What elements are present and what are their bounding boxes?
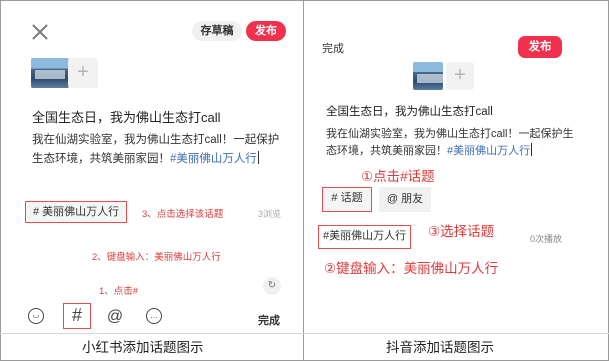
post-title[interactable]: 全国生态日，我为佛山生态打call	[326, 103, 493, 119]
friends-button[interactable]: @ 朋友	[379, 187, 431, 212]
hashtag-button[interactable]: #	[63, 303, 91, 329]
topic-suggestion[interactable]: # 美丽佛山万人行	[25, 201, 128, 223]
add-image-button[interactable]: +	[446, 62, 474, 90]
post-body[interactable]: 我在仙湖实验室，我为佛山生态打call！一起保护生态环境，共筑美丽家园！#美丽佛…	[32, 131, 282, 169]
comment-icon[interactable]: …	[146, 308, 162, 324]
topic-suggestion[interactable]: #美丽佛山万人行	[318, 225, 412, 249]
step2-annotation: ②键盘输入：美丽佛山万人行	[324, 261, 499, 276]
close-icon[interactable]	[29, 21, 51, 43]
step1-annotation: ①点击#话题	[361, 169, 435, 184]
save-draft-button[interactable]: 存草稿	[192, 21, 242, 41]
topic-button[interactable]: # 话题	[322, 187, 372, 212]
xiaohongshu-panel: 存草稿 发布 + 全国生态日，我为佛山生态打call 我在仙湖实验室，我为佛山生…	[1, 1, 303, 333]
image-thumbnail[interactable]	[413, 62, 443, 90]
done-button[interactable]: 完成	[322, 40, 344, 56]
done-button[interactable]: 完成	[258, 312, 280, 328]
douyin-panel: 完成 发布 + 全国生态日，我为佛山生态打call 我在仙湖实验室，我为佛山生态…	[304, 1, 608, 333]
post-body-hashtag: #美丽佛山万人行	[447, 145, 531, 157]
image-thumbnail[interactable]	[31, 58, 69, 88]
douyin-caption: 抖音添加话题图示	[386, 340, 494, 356]
post-body[interactable]: 我在仙湖实验室，我为佛山生态打call！一起保护生态环境，共筑美丽家园！#美丽佛…	[326, 126, 576, 160]
mention-button[interactable]: @	[105, 307, 125, 327]
publish-button[interactable]: 发布	[518, 36, 562, 58]
caption-separator	[0, 333, 609, 334]
post-title[interactable]: 全国生态日，我为佛山生态打call	[32, 107, 221, 126]
refresh-icon[interactable]: ↻	[263, 277, 281, 295]
step3-annotation: ③选择话题	[428, 224, 495, 239]
text-cursor	[257, 151, 259, 164]
text-cursor	[531, 143, 533, 156]
add-image-button[interactable]: +	[68, 58, 98, 88]
post-body-hashtag: #美丽佛山万人行	[170, 153, 257, 165]
topic-views: 3浏览	[258, 209, 282, 219]
step2-annotation: 2、键盘输入：美丽佛山万人行	[92, 252, 221, 263]
step1-annotation: 1、点击#	[99, 286, 139, 297]
topic-plays: 0次播放	[530, 234, 563, 244]
emoji-icon[interactable]: ◡	[28, 308, 44, 324]
publish-button[interactable]: 发布	[246, 21, 286, 41]
step3-annotation: 3、点击选择该话题	[142, 209, 224, 220]
xiaohongshu-caption: 小红书添加话题图示	[82, 340, 204, 356]
